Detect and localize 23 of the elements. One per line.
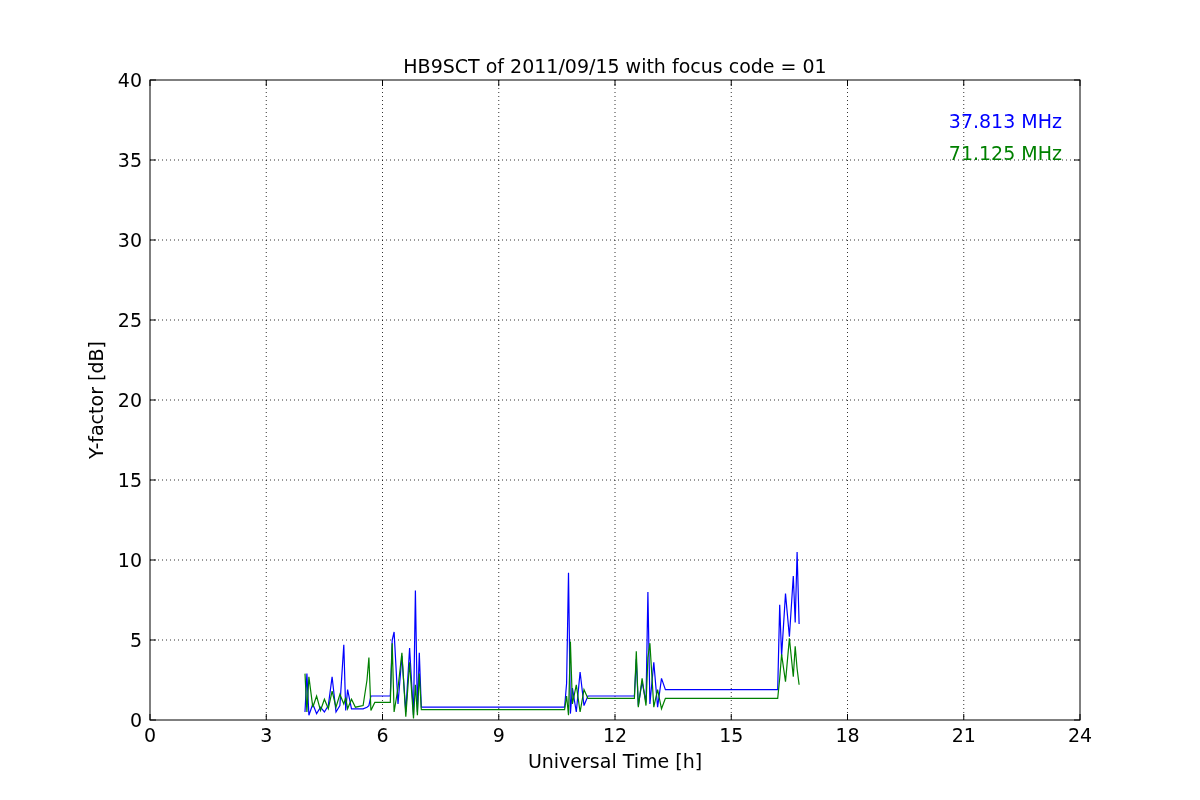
tick-label: 15	[719, 724, 744, 746]
tick-label: 0	[143, 724, 157, 746]
legend-label: 37.813 MHz	[948, 110, 1062, 132]
tick-label: 6	[376, 724, 389, 746]
y-axis-label: Y-factor [dB]	[85, 341, 107, 459]
tick-label: 24	[1067, 724, 1093, 746]
tick-label: 21	[951, 724, 976, 746]
legend-label: 71.125 MHz	[948, 142, 1062, 164]
tick-label: 20	[117, 389, 142, 411]
tick-label: 9	[492, 724, 505, 746]
tick-label: 12	[602, 724, 628, 746]
tick-label: 0	[129, 709, 142, 731]
chart-title: HB9SCT of 2011/09/15 with focus code = 01	[403, 55, 827, 77]
tick-label: 18	[835, 724, 860, 746]
tick-label: 40	[117, 69, 142, 91]
tick-label: 10	[117, 549, 142, 571]
tick-label: 30	[117, 229, 142, 251]
tick-label: 25	[117, 309, 142, 331]
x-axis-label: Universal Time [h]	[527, 750, 703, 772]
tick-label: 15	[117, 469, 142, 491]
tick-label: 3	[260, 724, 273, 746]
tick-label: 5	[129, 629, 142, 651]
tick-label: 35	[117, 149, 142, 171]
